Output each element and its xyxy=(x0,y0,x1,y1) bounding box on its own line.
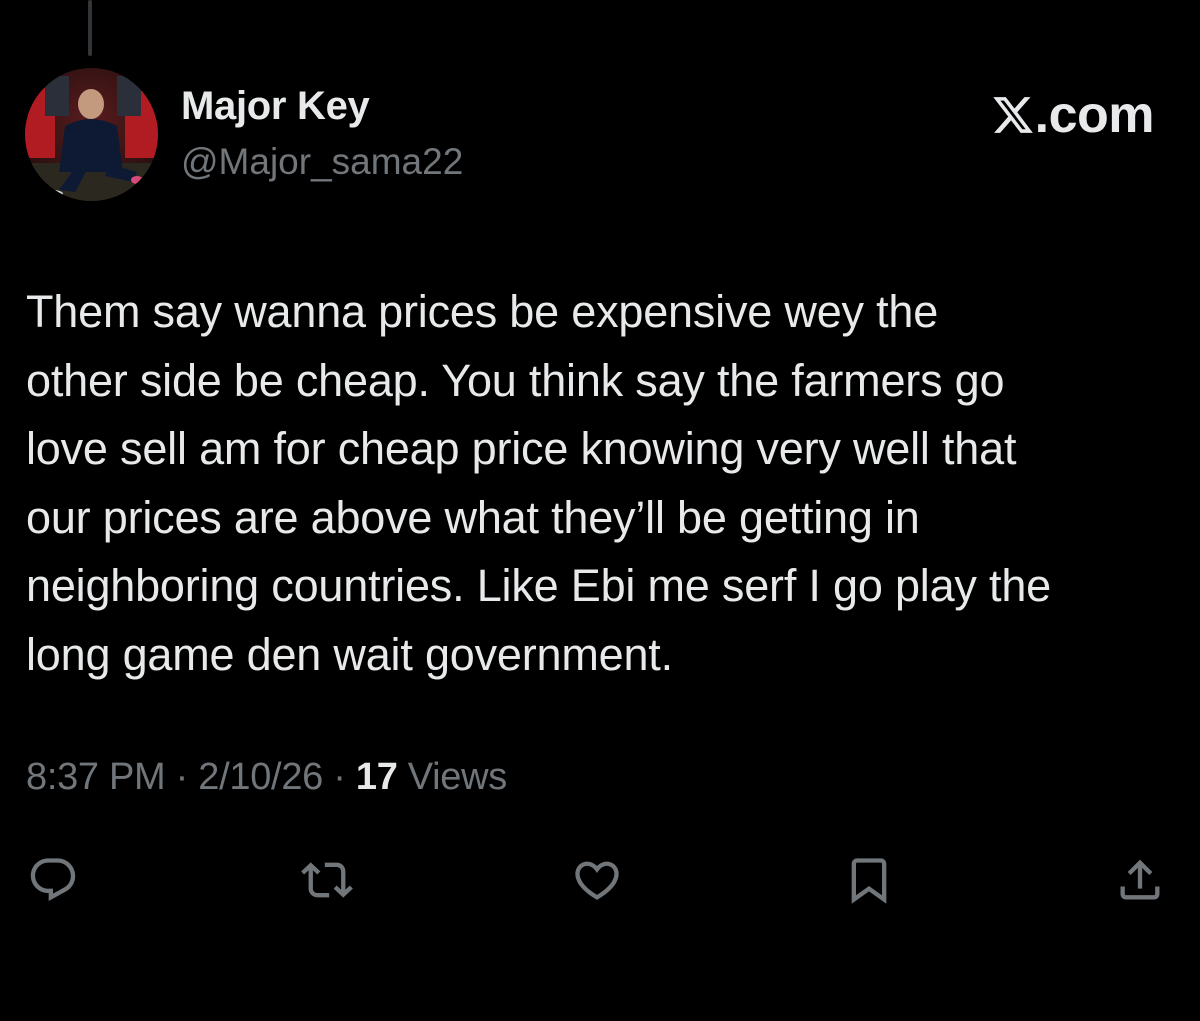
tweet-date[interactable]: 2/10/26 xyxy=(198,756,323,798)
retweet-icon xyxy=(301,862,353,898)
share-button[interactable] xyxy=(1110,850,1170,910)
retweet-button[interactable] xyxy=(297,850,357,910)
like-icon xyxy=(575,861,619,900)
author-display-name[interactable]: Major Key xyxy=(181,84,370,129)
reply-button[interactable] xyxy=(23,850,83,910)
tweet-meta: 8:37 PM · 2/10/26 · 17 Views xyxy=(26,756,507,799)
brand-label: .com xyxy=(1034,86,1155,144)
thread-connector-line xyxy=(88,0,92,56)
tweet-time[interactable]: 8:37 PM xyxy=(26,756,166,798)
like-button[interactable] xyxy=(567,850,627,910)
tweet-action-bar xyxy=(0,850,1200,910)
author-handle[interactable]: @Major_sama22 xyxy=(181,141,463,183)
x-logo-icon xyxy=(992,97,1033,133)
avatar[interactable] xyxy=(25,68,158,201)
views-label[interactable]: Views xyxy=(398,756,507,798)
views-count[interactable]: 17 xyxy=(356,756,398,798)
share-icon xyxy=(1120,859,1160,900)
tweet-text: Them say wanna prices be expensive wey t… xyxy=(26,286,1051,680)
meta-separator: · xyxy=(322,756,356,798)
profile-photo-coach-icon xyxy=(25,68,158,201)
meta-separator: · xyxy=(165,756,199,798)
bookmark-icon xyxy=(851,858,887,904)
bookmark-button[interactable] xyxy=(839,850,899,910)
reply-icon xyxy=(30,858,76,902)
brand-watermark: .com xyxy=(991,85,1155,145)
